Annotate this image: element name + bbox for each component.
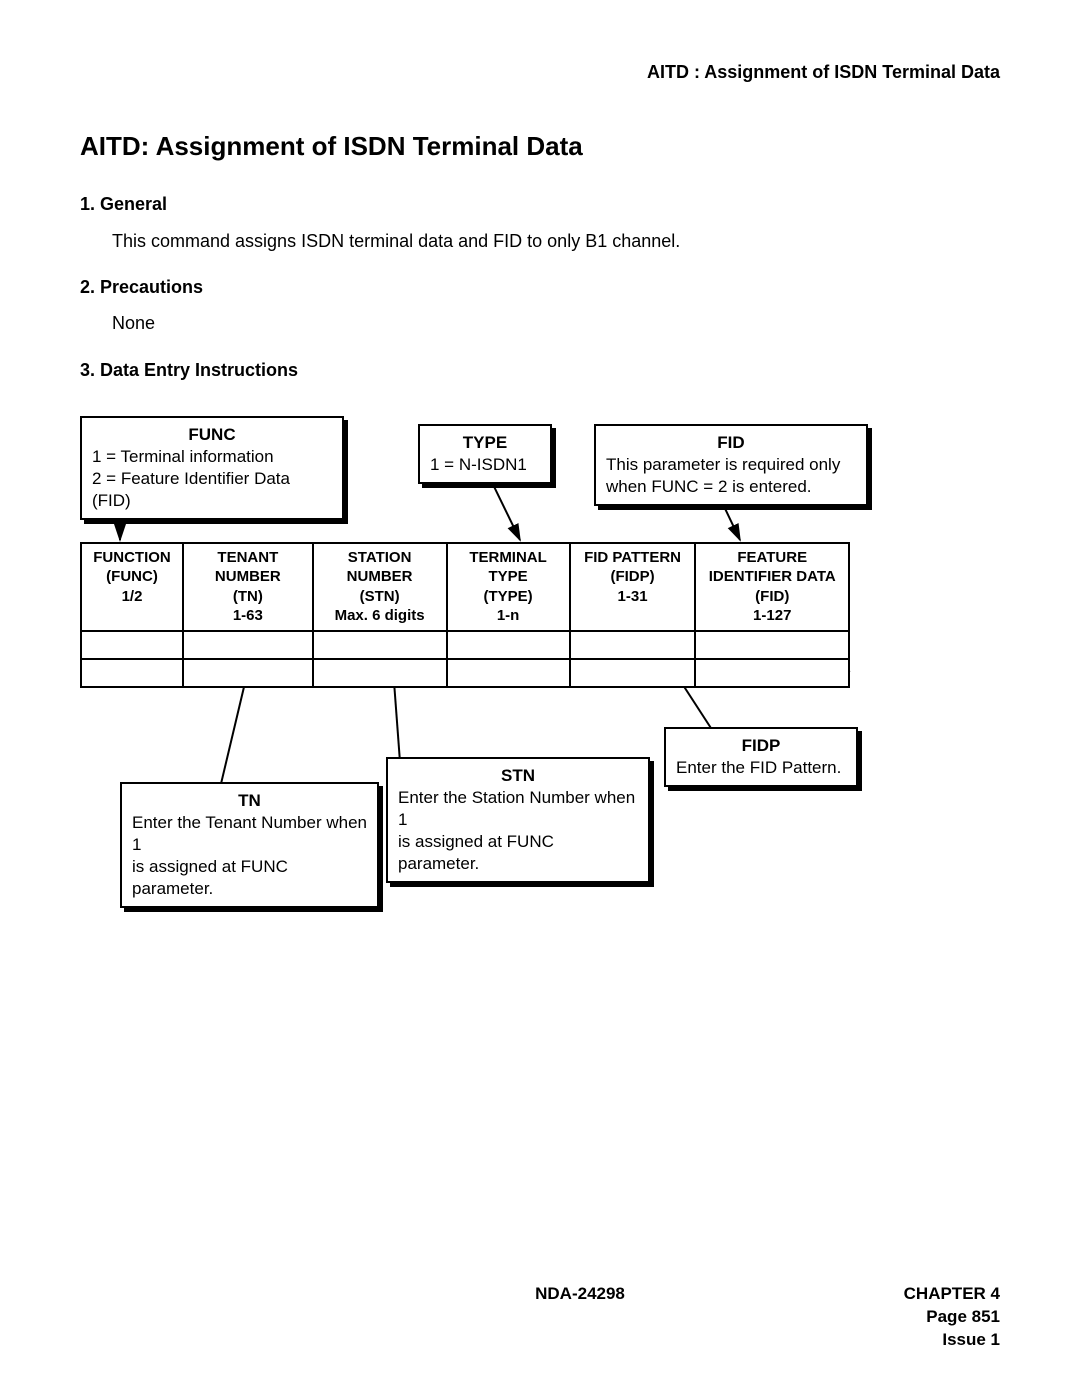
page-footer: NDA-24298 CHAPTER 4 Page 851 Issue 1: [80, 1283, 1000, 1352]
section-1-body: This command assigns ISDN terminal data …: [112, 229, 1000, 253]
footer-issue: Issue 1: [904, 1329, 1000, 1352]
callout-fidp-line1: Enter the FID Pattern.: [676, 757, 846, 779]
callout-func-line1: 1 = Terminal information: [92, 446, 332, 468]
callout-tn: TN Enter the Tenant Number when 1 is ass…: [120, 782, 379, 908]
col-fid: FEATURE IDENTIFIER DATA (FID) 1-127: [695, 543, 849, 631]
callout-fid-line1: This parameter is required only: [606, 454, 856, 476]
callout-stn-title: STN: [398, 765, 638, 787]
col-type: TERMINAL TYPE (TYPE) 1-n: [447, 543, 570, 631]
footer-doc-id: NDA-24298: [535, 1283, 625, 1306]
section-1-head: 1. General: [80, 192, 1000, 216]
callout-func-title: FUNC: [92, 424, 332, 446]
callout-stn-line2: is assigned at FUNC parameter.: [398, 831, 638, 875]
callout-fid: FID This parameter is required only when…: [594, 424, 868, 506]
section-3-head: 3. Data Entry Instructions: [80, 358, 1000, 382]
callout-func-line2: 2 = Feature Identifier Data (FID): [92, 468, 332, 512]
parameter-table: FUNCTION (FUNC) 1/2 TENANT NUMBER (TN) 1…: [80, 542, 850, 688]
section-2-body: None: [112, 311, 1000, 335]
col-fidp: FID PATTERN (FIDP) 1-31: [570, 543, 696, 631]
data-entry-diagram: FUNC 1 = Terminal information 2 = Featur…: [80, 402, 1000, 882]
callout-fidp: FIDP Enter the FID Pattern.: [664, 727, 858, 787]
col-func: FUNCTION (FUNC) 1/2: [81, 543, 183, 631]
callout-tn-line2: is assigned at FUNC parameter.: [132, 856, 367, 900]
callout-type-line1: 1 = N-ISDN1: [430, 454, 540, 476]
callout-fidp-title: FIDP: [676, 735, 846, 757]
col-stn: STATION NUMBER (STN) Max. 6 digits: [313, 543, 447, 631]
callout-fid-line2: when FUNC = 2 is entered.: [606, 476, 856, 498]
callout-type-title: TYPE: [430, 432, 540, 454]
callout-tn-line1: Enter the Tenant Number when 1: [132, 812, 367, 856]
footer-chapter: CHAPTER 4: [904, 1283, 1000, 1306]
callout-func: FUNC 1 = Terminal information 2 = Featur…: [80, 416, 344, 520]
page-header-right: AITD : Assignment of ISDN Terminal Data: [80, 60, 1000, 84]
col-tn: TENANT NUMBER (TN) 1-63: [183, 543, 313, 631]
footer-page: Page 851: [904, 1306, 1000, 1329]
callout-type: TYPE 1 = N-ISDN1: [418, 424, 552, 484]
section-2-head: 2. Precautions: [80, 275, 1000, 299]
callout-stn-line1: Enter the Station Number when 1: [398, 787, 638, 831]
callout-tn-title: TN: [132, 790, 367, 812]
callout-stn: STN Enter the Station Number when 1 is a…: [386, 757, 650, 883]
callout-fid-title: FID: [606, 432, 856, 454]
page-title: AITD: Assignment of ISDN Terminal Data: [80, 129, 1000, 164]
